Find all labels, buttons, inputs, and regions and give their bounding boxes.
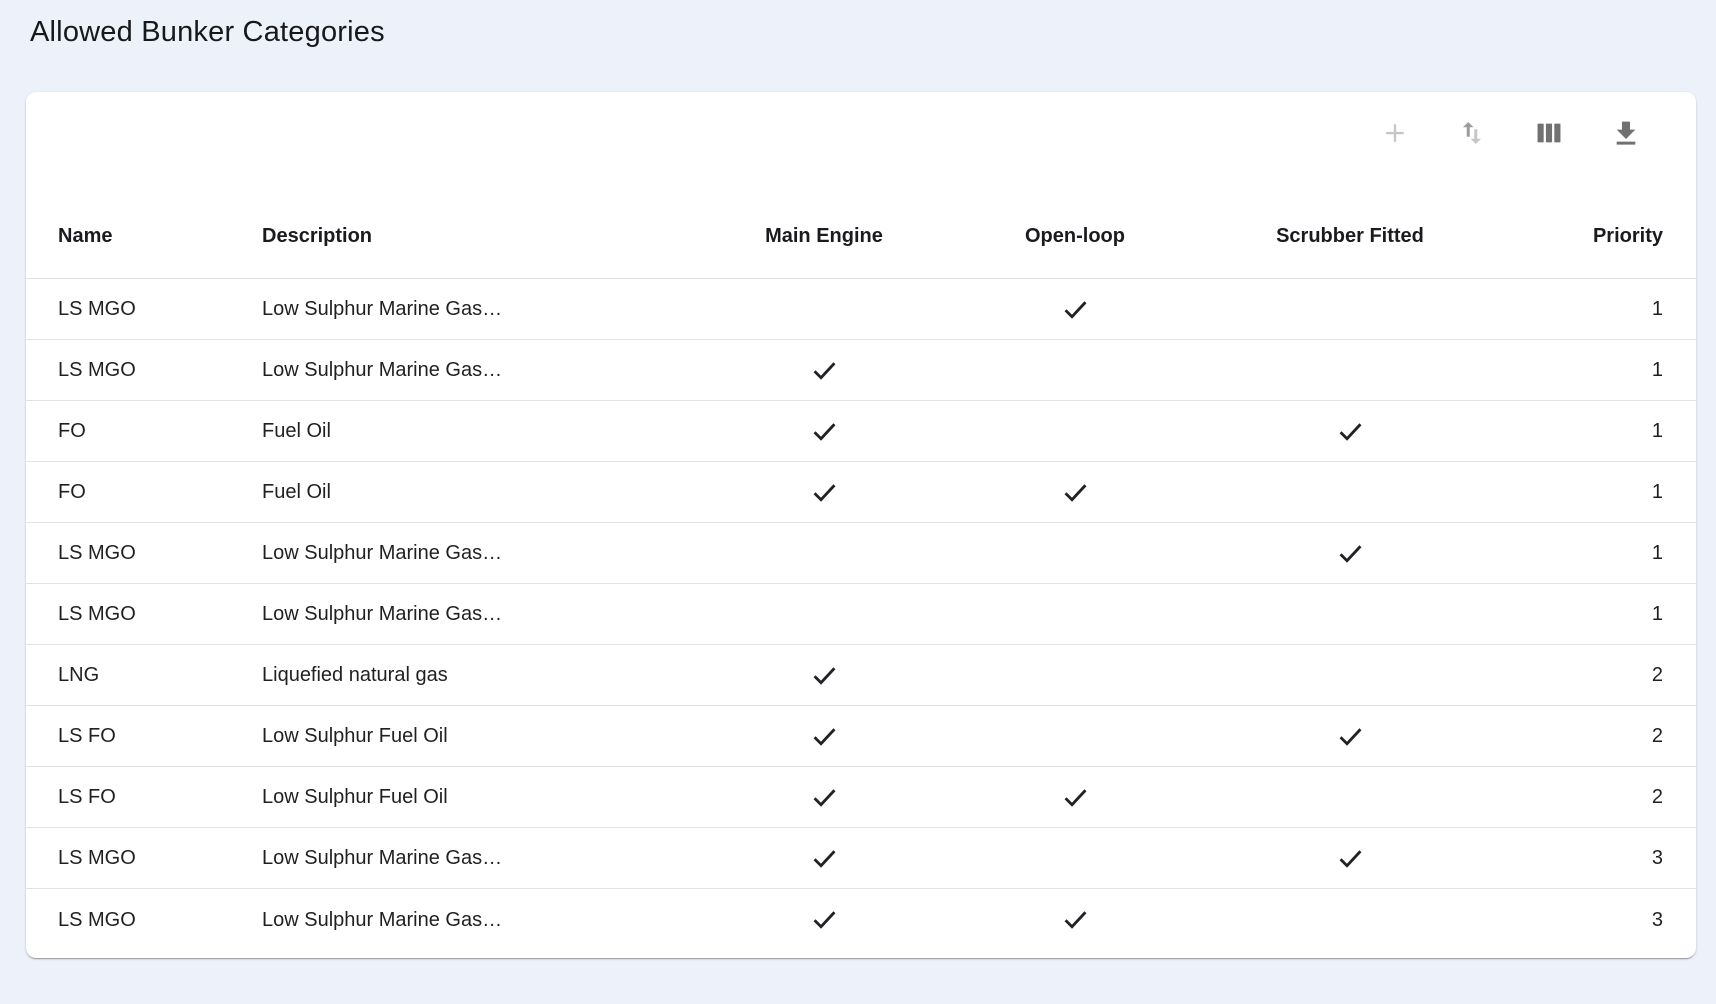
cell-main-engine: [682, 416, 966, 447]
table-row[interactable]: FOFuel Oil 1: [26, 401, 1696, 462]
table-row[interactable]: LS MGOLow Sulphur Marine Gas… 3: [26, 828, 1696, 889]
cell-main-engine: [682, 721, 966, 752]
plus-icon: [1380, 118, 1410, 151]
cell-description: Low Sulphur Marine Gas…: [262, 601, 682, 627]
table-row[interactable]: LNGLiquefied natural gas 2: [26, 645, 1696, 706]
check-icon: [809, 419, 840, 441]
cell-open-loop: [966, 904, 1184, 935]
cell-name: LS MGO: [26, 357, 262, 383]
cell-scrubber-fitted: [1184, 416, 1516, 447]
check-icon: [1335, 846, 1366, 868]
check-icon: [809, 785, 840, 807]
sort-arrows-icon: [1457, 118, 1487, 151]
column-header-open-loop[interactable]: Open-loop: [966, 224, 1184, 248]
cell-name: LS FO: [26, 723, 262, 749]
page-title: Allowed Bunker Categories: [30, 16, 385, 49]
cell-main-engine: [682, 355, 966, 386]
check-icon: [1060, 297, 1091, 319]
cell-description: Low Sulphur Fuel Oil: [262, 784, 682, 810]
table-row[interactable]: LS MGOLow Sulphur Marine Gas… 3: [26, 889, 1696, 950]
add-button[interactable]: [1373, 112, 1417, 156]
table-row[interactable]: LS MGOLow Sulphur Marine Gas… 1: [26, 584, 1696, 645]
cell-main-engine: [682, 843, 966, 874]
check-icon: [809, 480, 840, 502]
table-row[interactable]: LS FOLow Sulphur Fuel Oil 2: [26, 706, 1696, 767]
columns-icon: [1533, 117, 1565, 152]
check-icon: [1060, 480, 1091, 502]
table-row[interactable]: LS MGOLow Sulphur Marine Gas… 1: [26, 340, 1696, 401]
download-icon: [1610, 117, 1642, 152]
check-icon: [1060, 785, 1091, 807]
check-icon: [1335, 541, 1366, 563]
cell-priority: 1: [1516, 601, 1696, 627]
cell-priority: 3: [1516, 907, 1696, 933]
cell-open-loop: [966, 477, 1184, 508]
check-icon: [809, 724, 840, 746]
check-icon: [809, 908, 840, 930]
cell-name: LS MGO: [26, 540, 262, 566]
cell-priority: 2: [1516, 662, 1696, 688]
cell-main-engine: [682, 477, 966, 508]
cell-priority: 1: [1516, 296, 1696, 322]
check-icon: [1335, 724, 1366, 746]
cell-description: Low Sulphur Marine Gas…: [262, 907, 682, 933]
cell-priority: 1: [1516, 479, 1696, 505]
cell-description: Low Sulphur Marine Gas…: [262, 845, 682, 871]
cell-description: Low Sulphur Marine Gas…: [262, 357, 682, 383]
cell-priority: 1: [1516, 418, 1696, 444]
bunker-categories-card: Name Description Main Engine Open-loop S…: [26, 92, 1696, 958]
cell-name: LS FO: [26, 784, 262, 810]
table-row[interactable]: LS FOLow Sulphur Fuel Oil 2: [26, 767, 1696, 828]
cell-name: LS MGO: [26, 601, 262, 627]
cell-description: Low Sulphur Fuel Oil: [262, 723, 682, 749]
cell-priority: 2: [1516, 723, 1696, 749]
check-icon: [809, 663, 840, 685]
cell-priority: 1: [1516, 540, 1696, 566]
column-header-main-engine[interactable]: Main Engine: [682, 224, 966, 248]
cell-main-engine: [682, 782, 966, 813]
cell-name: FO: [26, 479, 262, 505]
table-row[interactable]: LS MGOLow Sulphur Marine Gas… 1: [26, 523, 1696, 584]
table-body: LS MGOLow Sulphur Marine Gas…1LS MGOLow …: [26, 279, 1696, 950]
export-button[interactable]: [1604, 112, 1648, 156]
column-header-scrubber-fitted[interactable]: Scrubber Fitted: [1184, 224, 1516, 248]
cell-open-loop: [966, 294, 1184, 325]
cell-name: LS MGO: [26, 845, 262, 871]
table-row[interactable]: FOFuel Oil 1: [26, 462, 1696, 523]
check-icon: [1060, 908, 1091, 930]
table-row[interactable]: LS MGOLow Sulphur Marine Gas… 1: [26, 279, 1696, 340]
cell-priority: 2: [1516, 784, 1696, 810]
column-header-description[interactable]: Description: [262, 224, 682, 248]
cell-priority: 1: [1516, 357, 1696, 383]
cell-name: LNG: [26, 662, 262, 688]
table-header-row: Name Description Main Engine Open-loop S…: [26, 148, 1696, 279]
cell-open-loop: [966, 782, 1184, 813]
cell-scrubber-fitted: [1184, 843, 1516, 874]
cell-main-engine: [682, 904, 966, 935]
column-header-priority[interactable]: Priority: [1516, 224, 1696, 248]
cell-name: FO: [26, 418, 262, 444]
cell-main-engine: [682, 660, 966, 691]
cell-description: Fuel Oil: [262, 479, 682, 505]
columns-button[interactable]: [1527, 112, 1571, 156]
cell-scrubber-fitted: [1184, 721, 1516, 752]
cell-description: Liquefied natural gas: [262, 662, 682, 688]
cell-name: LS MGO: [26, 907, 262, 933]
check-icon: [1335, 419, 1366, 441]
sort-button[interactable]: [1450, 112, 1494, 156]
cell-description: Fuel Oil: [262, 418, 682, 444]
cell-name: LS MGO: [26, 296, 262, 322]
check-icon: [809, 358, 840, 380]
table-toolbar: [26, 92, 1696, 156]
cell-description: Low Sulphur Marine Gas…: [262, 540, 682, 566]
column-header-name[interactable]: Name: [26, 224, 262, 248]
cell-scrubber-fitted: [1184, 538, 1516, 569]
cell-description: Low Sulphur Marine Gas…: [262, 296, 682, 322]
cell-priority: 3: [1516, 845, 1696, 871]
check-icon: [809, 846, 840, 868]
